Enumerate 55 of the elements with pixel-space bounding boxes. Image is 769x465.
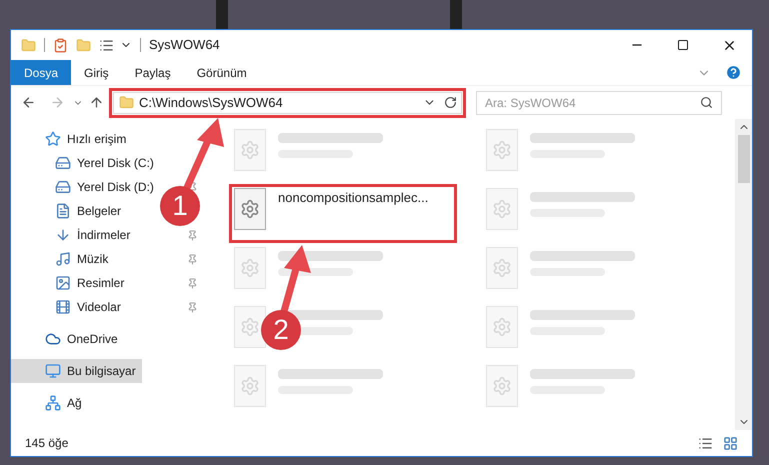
faded-file-icon — [486, 247, 518, 289]
sidebar-item[interactable]: Müzik — [11, 247, 114, 271]
help-icon[interactable] — [725, 64, 742, 81]
document-icon — [55, 203, 71, 219]
sidebar-item[interactable]: Ağ — [11, 391, 88, 415]
file-name: noncompositionsamplec... — [278, 189, 428, 207]
sidebar-item[interactable]: Yerel Disk (C:) — [11, 151, 160, 175]
cloud-icon — [45, 331, 61, 347]
item-count: 145 öğe — [25, 435, 70, 452]
file-item[interactable]: noncompositionsamplec... — [232, 187, 454, 230]
drive-icon — [55, 179, 71, 195]
sidebar-item[interactable]: Bu bilgisayar — [11, 359, 142, 383]
folder-icon — [119, 95, 134, 110]
network-icon — [45, 395, 61, 411]
search-icon — [700, 96, 713, 109]
file-gear-icon — [234, 188, 266, 230]
refresh-icon[interactable] — [444, 96, 457, 109]
faded-file-icon — [486, 129, 518, 171]
back-icon[interactable] — [21, 95, 36, 110]
sidebar-item[interactable]: Resimler — [11, 271, 130, 295]
star-icon — [45, 131, 61, 147]
sidebar-item[interactable]: İndirmeler — [11, 223, 136, 247]
monitor-icon — [45, 363, 61, 379]
sidebar-item[interactable]: Belgeler — [11, 199, 128, 223]
faded-file-icon — [486, 188, 518, 230]
window-title: SysWOW64 — [149, 36, 221, 54]
picture-icon — [55, 275, 71, 291]
ribbon-tab[interactable]: Dosya — [11, 60, 72, 85]
sidebar-item[interactable]: Videolar — [11, 295, 127, 319]
clipboard-check-icon[interactable] — [53, 38, 68, 52]
sidebar-item[interactable]: Hızlı erişim — [11, 127, 132, 151]
music-note-icon — [55, 251, 71, 267]
faded-file-icon — [486, 306, 518, 348]
large-icons-view-icon[interactable] — [723, 436, 738, 450]
up-icon[interactable] — [89, 95, 104, 110]
address-field[interactable]: C:\Windows\SysWOW64 — [113, 92, 462, 114]
sidebar-item[interactable]: OneDrive — [11, 327, 124, 351]
download-icon — [55, 227, 71, 243]
properties-icon[interactable] — [99, 38, 114, 52]
sidebar-item[interactable]: Yerel Disk (D:) — [11, 175, 160, 199]
maximize-icon — [677, 39, 689, 51]
faded-file-icon — [234, 247, 266, 289]
ribbon-tab[interactable]: Paylaş — [122, 60, 184, 85]
faded-file-icon — [234, 306, 266, 348]
film-icon — [55, 299, 71, 315]
scrollbar[interactable] — [735, 119, 752, 430]
faded-file-icon — [486, 365, 518, 407]
address-path: C:\Windows\SysWOW64 — [139, 94, 284, 112]
ribbon-tab[interactable]: Görünüm — [184, 60, 260, 85]
faded-file-icon — [234, 365, 266, 407]
drive-icon — [55, 155, 71, 171]
details-view-icon[interactable] — [698, 436, 713, 450]
scroll-thumb[interactable] — [738, 135, 750, 183]
faded-file-icon — [234, 129, 266, 171]
ribbon-tab[interactable]: Giriş — [71, 60, 122, 85]
